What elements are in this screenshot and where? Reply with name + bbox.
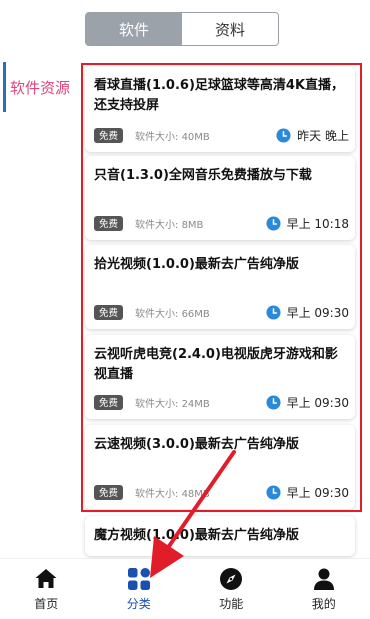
segment-tabs: 软件 资料 — [85, 12, 279, 46]
item-size: 软件大小: 8MB — [135, 219, 204, 231]
item-title: 拾光视频(1.0.0)最新去广告纯净版 — [94, 257, 299, 272]
item-time: 昨天 晚上 — [297, 128, 349, 143]
nav-category[interactable]: 分类 — [93, 559, 186, 619]
item-time: 早上 09:30 — [286, 395, 349, 410]
item-time: 早上 09:30 — [286, 485, 349, 500]
free-badge: 免费 — [94, 394, 124, 410]
list-item[interactable]: 魔方视频(1.0.0)最新去广告纯净版 — [85, 516, 355, 556]
nav-features-label: 功能 — [219, 596, 244, 611]
nav-features[interactable]: 功能 — [185, 559, 278, 619]
nav-mine-label: 我的 — [311, 596, 336, 611]
clock-icon — [266, 394, 281, 410]
grid-icon — [127, 567, 150, 590]
clock-icon — [266, 215, 281, 231]
item-size: 软件大小: 40MB — [135, 131, 210, 143]
list-item[interactable]: 只音(1.3.0)全网音乐免费播放与下载 免费 软件大小: 8MB 早上 10:… — [85, 156, 355, 240]
clock-icon — [266, 304, 281, 320]
free-badge: 免费 — [94, 127, 124, 143]
tab-software[interactable]: 软件 — [86, 13, 182, 45]
nav-home-label: 首页 — [34, 596, 59, 611]
item-size: 软件大小: 24MB — [135, 398, 210, 410]
item-title: 只音(1.3.0)全网音乐免费播放与下载 — [94, 168, 312, 183]
item-size: 软件大小: 48MB — [135, 488, 210, 500]
nav-home[interactable]: 首页 — [0, 559, 93, 619]
item-time: 早上 09:30 — [286, 305, 349, 320]
item-title: 魔方视频(1.0.0)最新去广告纯净版 — [94, 528, 299, 543]
free-badge: 免费 — [94, 304, 124, 320]
category-software-resources[interactable]: 软件资源 — [3, 62, 79, 112]
list-item[interactable]: 看球直播(1.0.6)足球篮球等高清4K直播，还支持投屏 免费 软件大小: 40… — [85, 66, 355, 152]
list-item[interactable]: 云速视频(3.0.0)最新去广告纯净版 免费 软件大小: 48MB 早上 09:… — [85, 425, 355, 509]
compass-icon — [220, 567, 243, 590]
clock-icon — [266, 484, 281, 500]
item-title: 云速视频(3.0.0)最新去广告纯净版 — [94, 437, 299, 452]
nav-category-label: 分类 — [126, 596, 151, 611]
tab-materials[interactable]: 资料 — [182, 13, 278, 45]
category-label: 软件资源 — [10, 78, 71, 97]
bottom-nav: 首页 分类 功能 我的 — [0, 558, 370, 619]
list-item[interactable]: 拾光视频(1.0.0)最新去广告纯净版 免费 软件大小: 66MB 早上 09:… — [85, 245, 355, 329]
clock-icon — [276, 127, 291, 143]
item-title: 看球直播(1.0.6)足球篮球等高清4K直播，还支持投屏 — [94, 78, 345, 113]
item-time: 早上 10:18 — [286, 216, 349, 231]
item-size: 软件大小: 66MB — [135, 308, 210, 320]
free-badge: 免费 — [94, 484, 124, 500]
nav-mine[interactable]: 我的 — [278, 559, 370, 619]
home-icon — [35, 568, 57, 588]
item-title: 云视听虎电竞(2.4.0)电视版虎牙游戏和影视直播 — [94, 347, 338, 382]
list-item[interactable]: 云视听虎电竞(2.4.0)电视版虎牙游戏和影视直播 免费 软件大小: 24MB … — [85, 335, 355, 419]
free-badge: 免费 — [94, 215, 124, 231]
user-icon — [313, 568, 334, 590]
